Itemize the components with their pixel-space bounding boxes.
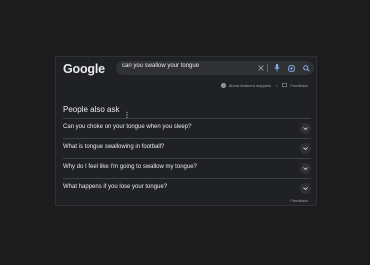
google-logo[interactable]: Google (63, 62, 105, 76)
close-icon (258, 65, 264, 71)
question-list: Can you choke on your tongue when you sl… (63, 118, 311, 198)
mic-icon (274, 64, 280, 72)
chevron-down-icon (303, 167, 308, 170)
paa-feedback-link[interactable]: Feedback (290, 198, 308, 203)
voice-search-button[interactable] (271, 62, 283, 74)
page-background: Google can you swallow your tongue ? Abo… (0, 0, 370, 265)
question-text[interactable]: What happens if you lose your tongue? (63, 184, 167, 190)
feedback-link[interactable]: Feedback (290, 83, 308, 88)
question-item[interactable]: What happens if you lose your tongue? (63, 178, 311, 198)
clear-button[interactable] (255, 62, 267, 74)
expand-button[interactable] (300, 183, 311, 194)
feedback-icon (282, 83, 288, 88)
chevron-down-icon (303, 187, 308, 190)
lens-icon (287, 64, 295, 72)
search-query-text[interactable]: can you swallow your tongue (122, 63, 199, 69)
search-input[interactable]: can you swallow your tongue (116, 61, 314, 75)
search-divider (267, 64, 268, 72)
search-header: Google can you swallow your tongue (56, 57, 316, 81)
svg-text:?: ? (222, 84, 224, 88)
snippet-info-bar: ? About featured snippets • Feedback (220, 83, 308, 88)
people-also-ask-heading: People also ask (63, 105, 120, 114)
chevron-down-icon (303, 127, 308, 130)
question-text[interactable]: Why do I feel like I'm going to swallow … (63, 164, 197, 170)
lens-search-button[interactable] (285, 62, 297, 74)
search-results-card: Google can you swallow your tongue ? Abo… (55, 56, 317, 206)
question-text[interactable]: Can you choke on your tongue when you sl… (63, 124, 191, 130)
question-text[interactable]: What is tongue swallowing in football? (63, 144, 164, 150)
expand-button[interactable] (300, 163, 311, 174)
help-icon: ? (220, 83, 226, 88)
more-options-button[interactable] (125, 106, 129, 119)
separator-dot: • (276, 83, 278, 88)
search-button[interactable] (300, 62, 312, 74)
search-icon (302, 64, 310, 72)
question-item[interactable]: Why do I feel like I'm going to swallow … (63, 158, 311, 178)
about-featured-snippets-link[interactable]: About featured snippets (229, 83, 271, 88)
expand-button[interactable] (300, 143, 311, 154)
question-item[interactable]: What is tongue swallowing in football? (63, 138, 311, 158)
expand-button[interactable] (300, 123, 311, 134)
chevron-down-icon (303, 147, 308, 150)
question-item[interactable]: Can you choke on your tongue when you sl… (63, 118, 311, 138)
